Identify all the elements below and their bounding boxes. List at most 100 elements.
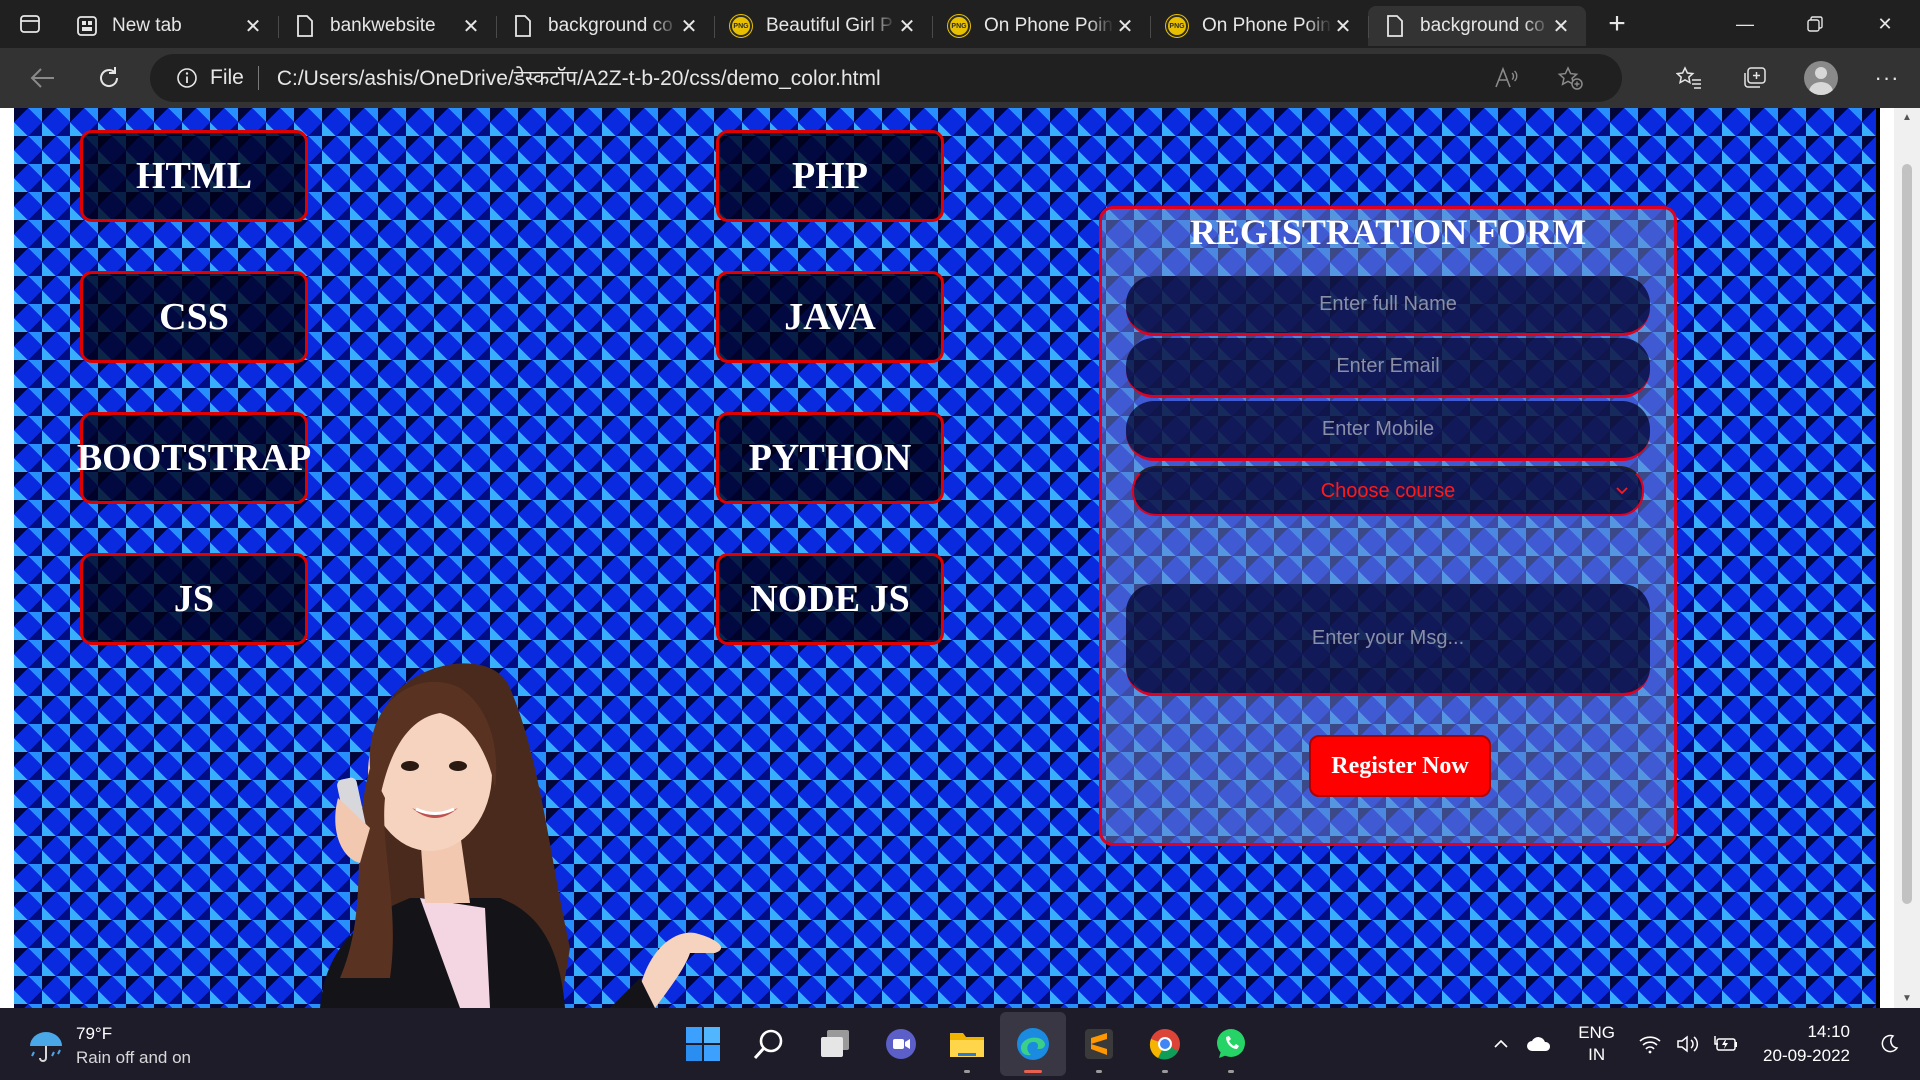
close-icon[interactable]: ✕ xyxy=(460,15,482,38)
focus-assist-icon[interactable] xyxy=(1870,1034,1908,1054)
address-bar[interactable]: File C:/Users/ashis/OneDrive/डेस्कटॉप/A2… xyxy=(150,54,1622,102)
course-button-node-js[interactable]: NODE JS xyxy=(716,553,944,645)
clock-date: 20-09-2022 xyxy=(1763,1046,1850,1065)
course-button-python[interactable]: PYTHON xyxy=(716,412,944,504)
weather-description: Rain off and on xyxy=(76,1048,191,1067)
tab-bankwebsite[interactable]: bankwebsite ✕ xyxy=(278,6,496,46)
teams-icon[interactable] xyxy=(868,1012,934,1076)
course-button-css[interactable]: CSS xyxy=(80,271,308,363)
png-favicon: PNG xyxy=(1166,15,1188,37)
tab-title: On Phone Poin xyxy=(984,15,1113,36)
running-indicator xyxy=(1096,1070,1102,1073)
page-icon xyxy=(512,15,534,37)
scroll-up-icon[interactable]: ▲ xyxy=(1894,112,1920,123)
more-menu-icon[interactable]: ··· xyxy=(1854,48,1920,108)
page-icon xyxy=(294,15,316,37)
url-text[interactable]: C:/Users/ashis/OneDrive/डेस्कटॉप/A2Z-t-b… xyxy=(277,64,1474,92)
email-input[interactable]: Enter Email xyxy=(1126,338,1650,398)
running-indicator xyxy=(1228,1070,1234,1073)
info-icon xyxy=(177,68,197,88)
avatar xyxy=(1804,61,1838,95)
start-icon[interactable] xyxy=(670,1012,736,1076)
weather-temp: 79°F xyxy=(76,1024,113,1043)
scroll-down-icon[interactable]: ▼ xyxy=(1894,993,1920,1004)
refresh-icon[interactable] xyxy=(76,48,142,108)
tab-actions-icon[interactable] xyxy=(0,0,60,48)
tab-bar: New tab ✕ bankwebsite ✕ background co ✕ … xyxy=(0,0,1920,48)
chrome-icon[interactable] xyxy=(1132,1012,1198,1076)
chevron-up-icon[interactable] xyxy=(1482,1036,1520,1052)
course-button-java[interactable]: JAVA xyxy=(716,271,944,363)
file-explorer-icon[interactable] xyxy=(934,1012,1000,1076)
running-indicator xyxy=(964,1070,970,1073)
tab-on-phone-1[interactable]: PNG On Phone Poin ✕ xyxy=(932,6,1150,46)
message-textarea[interactable]: Enter your Msg... xyxy=(1126,584,1650,696)
tab-background-color-active[interactable]: background co ✕ xyxy=(1368,6,1586,46)
web-page: HTML CSS BOOTSTRAP JS PHP JAVA PYTHON NO… xyxy=(14,108,1876,1008)
close-icon[interactable]: ✕ xyxy=(678,15,700,38)
clock-time: 14:10 xyxy=(1807,1022,1850,1041)
course-select[interactable]: Choose course xyxy=(1132,466,1644,516)
page-icon xyxy=(1384,15,1406,37)
read-aloud-icon[interactable] xyxy=(1474,67,1538,89)
running-indicator xyxy=(1162,1070,1168,1073)
clock[interactable]: 14:10 20-09-2022 xyxy=(1763,1020,1850,1068)
collections-icon[interactable] xyxy=(1722,48,1788,108)
profile-button[interactable] xyxy=(1788,48,1854,108)
lang-line1: ENG xyxy=(1578,1023,1616,1042)
wifi-icon[interactable] xyxy=(1631,1034,1669,1054)
browser-viewport: HTML CSS BOOTSTRAP JS PHP JAVA PYTHON NO… xyxy=(0,108,1920,1008)
png-favicon: PNG xyxy=(730,15,752,37)
onedrive-icon[interactable] xyxy=(1520,1035,1558,1053)
running-indicator xyxy=(1024,1070,1042,1073)
search-icon[interactable] xyxy=(736,1012,802,1076)
full-name-input[interactable]: Enter full Name xyxy=(1126,276,1650,336)
chevron-down-icon xyxy=(1616,487,1628,495)
whatsapp-icon[interactable] xyxy=(1198,1012,1264,1076)
tab-title: background co xyxy=(548,15,673,36)
tab-title: background co xyxy=(1420,15,1545,36)
task-view-icon[interactable] xyxy=(802,1012,868,1076)
add-favorite-icon[interactable] xyxy=(1538,66,1602,90)
back-icon[interactable] xyxy=(10,48,76,108)
tab-new-tab[interactable]: New tab ✕ xyxy=(60,6,278,46)
language-indicator[interactable]: ENG IN xyxy=(1578,1022,1615,1066)
vertical-scrollbar[interactable]: ▲ ▼ xyxy=(1894,108,1920,1008)
volume-icon[interactable] xyxy=(1669,1034,1707,1054)
close-icon[interactable]: ✕ xyxy=(242,15,264,38)
mobile-input[interactable]: Enter Mobile xyxy=(1126,401,1650,461)
restore-icon[interactable] xyxy=(1780,0,1850,48)
close-icon[interactable]: ✕ xyxy=(896,15,918,38)
close-window-icon[interactable]: ✕ xyxy=(1850,0,1920,48)
form-title: REGISTRATION FORM xyxy=(1189,212,1587,252)
course-button-html[interactable]: HTML xyxy=(80,130,308,222)
tab-beautiful-girl[interactable]: PNG Beautiful Girl P ✕ xyxy=(714,6,932,46)
battery-icon[interactable] xyxy=(1707,1034,1745,1054)
sublime-icon[interactable] xyxy=(1066,1012,1132,1076)
favorites-icon[interactable] xyxy=(1656,48,1722,108)
scrollbar-thumb[interactable] xyxy=(1902,164,1912,904)
tab-background-color-1[interactable]: background co ✕ xyxy=(496,6,714,46)
course-button-php[interactable]: PHP xyxy=(716,130,944,222)
tab-title: bankwebsite xyxy=(330,15,436,36)
system-tray: ENG IN 14:10 20-09-2022 xyxy=(1482,1008,1920,1080)
weather-widget[interactable]: 79°F Rain off and on xyxy=(26,1022,191,1070)
girl-on-phone-image xyxy=(320,663,722,1008)
course-button-js[interactable]: JS xyxy=(80,553,308,645)
window-controls: — ✕ xyxy=(1710,0,1920,48)
close-icon[interactable]: ✕ xyxy=(1550,15,1572,38)
tab-title: Beautiful Girl P xyxy=(766,15,893,36)
close-icon[interactable]: ✕ xyxy=(1114,15,1136,38)
page-edge xyxy=(1876,108,1880,1008)
register-button[interactable]: Register Now xyxy=(1309,735,1491,797)
close-icon[interactable]: ✕ xyxy=(1332,15,1354,38)
edge-icon[interactable] xyxy=(1000,1012,1066,1076)
tab-on-phone-2[interactable]: PNG On Phone Poin ✕ xyxy=(1150,6,1368,46)
divider xyxy=(257,66,259,90)
site-info[interactable]: File xyxy=(150,66,258,90)
minimize-icon[interactable]: — xyxy=(1710,0,1780,48)
new-tab-button[interactable]: + xyxy=(1592,4,1642,44)
course-button-bootstrap[interactable]: BOOTSTRAP xyxy=(77,412,311,504)
tab-title: On Phone Poin xyxy=(1202,15,1331,36)
course-select-value: Choose course xyxy=(1320,479,1456,502)
